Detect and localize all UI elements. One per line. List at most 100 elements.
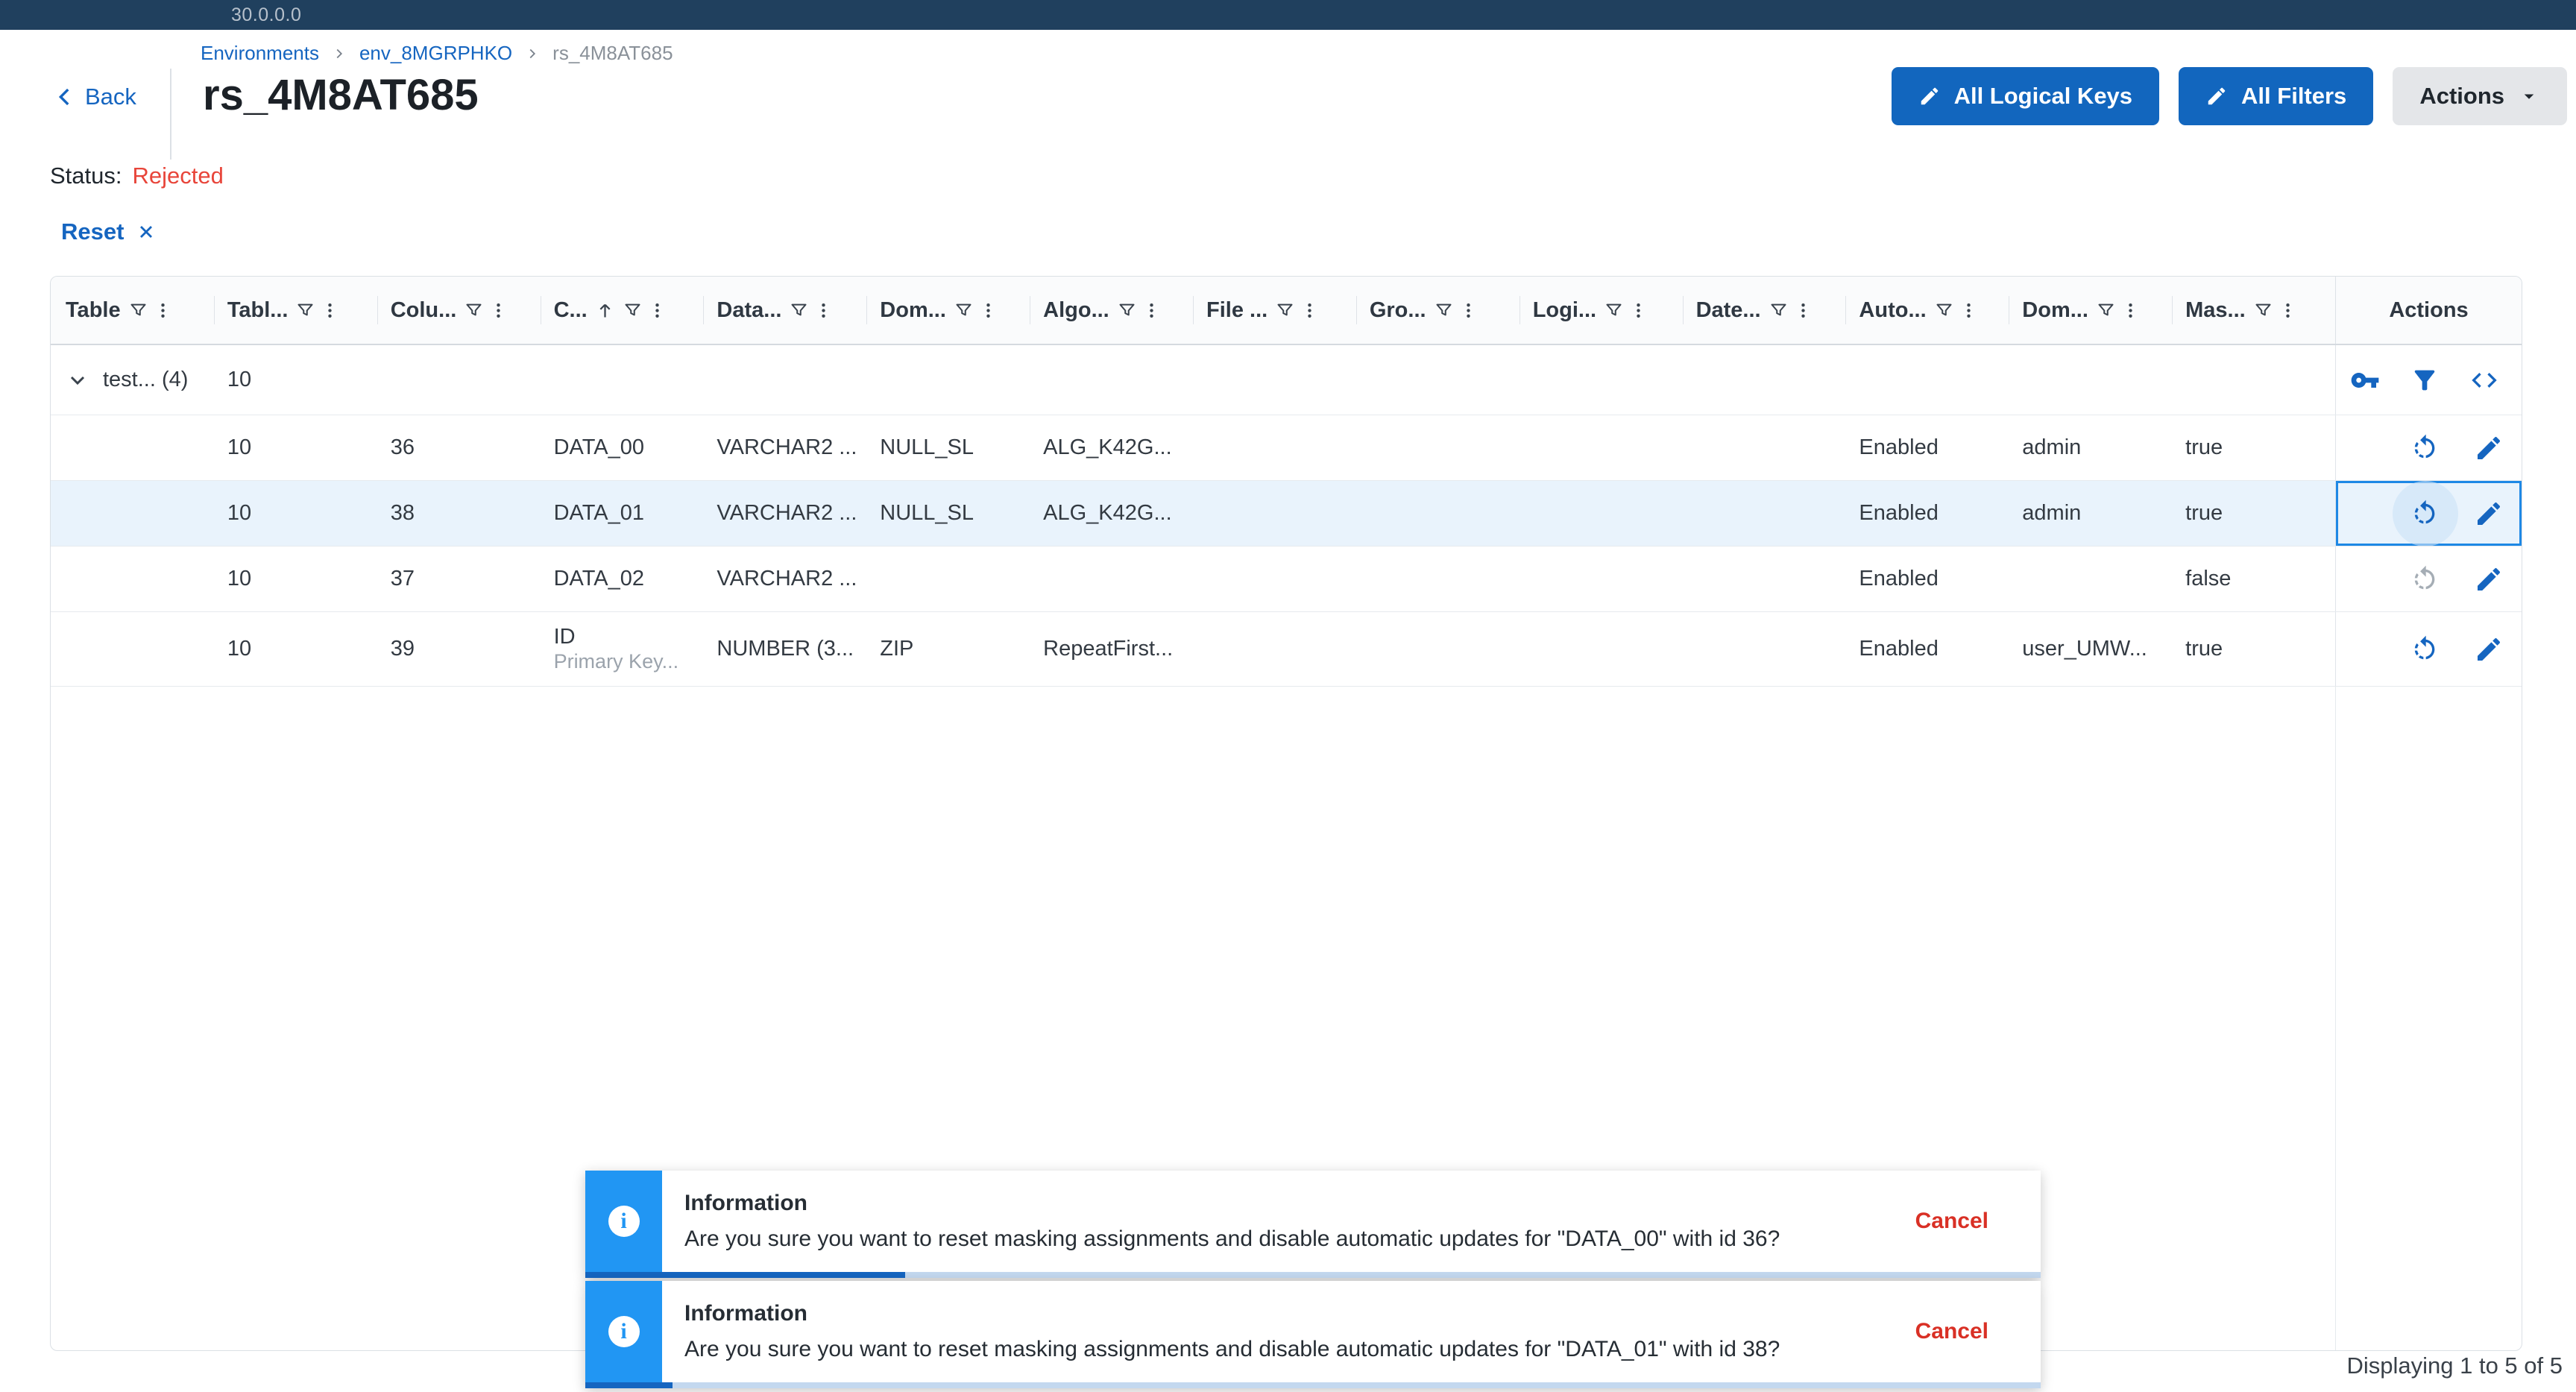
column-menu-icon[interactable] bbox=[1142, 301, 1161, 320]
toast-message: Are you sure you want to reset masking a… bbox=[684, 1337, 1893, 1362]
column-menu-icon[interactable] bbox=[1629, 301, 1648, 320]
logical-key-icon[interactable] bbox=[2350, 365, 2380, 395]
column-menu-icon[interactable] bbox=[1794, 301, 1813, 320]
filter-icon[interactable] bbox=[2096, 300, 2116, 321]
cell-table bbox=[51, 415, 214, 480]
cell-domain bbox=[866, 345, 1030, 415]
column-header-label: C... bbox=[554, 298, 588, 323]
all-filters-button[interactable]: All Filters bbox=[2179, 67, 2373, 125]
reset-masking-button[interactable] bbox=[2410, 499, 2440, 529]
filter-icon[interactable] bbox=[295, 300, 315, 321]
column-menu-icon[interactable] bbox=[489, 301, 508, 320]
column-header-actions: Actions bbox=[2335, 277, 2522, 344]
column-menu-icon[interactable] bbox=[648, 301, 667, 320]
filter-icon[interactable] bbox=[464, 300, 484, 321]
collapse-group-icon[interactable] bbox=[66, 368, 89, 392]
edit-row-button[interactable] bbox=[2474, 499, 2504, 529]
cell-auto_update: Enabled bbox=[1845, 612, 2009, 686]
table-row[interactable]: 1039IDPrimary Key...NUMBER (3...ZIPRepea… bbox=[51, 612, 2522, 687]
pencil-icon bbox=[2205, 85, 2228, 107]
filter-icon[interactable] bbox=[1117, 300, 1137, 321]
cell-table bbox=[51, 547, 214, 611]
column-menu-icon[interactable] bbox=[154, 301, 172, 320]
cell-domain: NULL_SL bbox=[866, 415, 1030, 480]
column-header-domain: Dom... bbox=[866, 277, 1030, 344]
filter-icon[interactable] bbox=[623, 300, 643, 321]
divider bbox=[170, 69, 171, 160]
filter-icon[interactable] bbox=[789, 300, 809, 321]
close-icon[interactable] bbox=[136, 221, 157, 242]
filter-icon[interactable] bbox=[2410, 365, 2440, 395]
column-menu-icon[interactable] bbox=[2121, 301, 2140, 320]
filter-icon[interactable] bbox=[1434, 300, 1454, 321]
cell-algorithm: RepeatFirst... bbox=[1030, 612, 1193, 686]
back-button[interactable]: Back bbox=[52, 84, 136, 110]
edit-row-button[interactable] bbox=[2474, 433, 2504, 463]
breadcrumb-environment[interactable]: env_8MGRPHKO bbox=[359, 42, 512, 65]
cell-date_format bbox=[1683, 345, 1846, 415]
pencil-icon bbox=[1918, 85, 1941, 107]
group-cell: test... (4) bbox=[51, 345, 214, 415]
cell-masked bbox=[2172, 345, 2335, 415]
filter-icon[interactable] bbox=[1934, 300, 1954, 321]
cell-table_id: 10 bbox=[214, 612, 377, 686]
reset-filter-chip[interactable]: Reset bbox=[61, 218, 157, 245]
cell-algorithm: ALG_K42G... bbox=[1030, 415, 1193, 480]
toast-progress-track bbox=[585, 1272, 2041, 1278]
cell-column_id: 39 bbox=[377, 612, 541, 686]
code-icon[interactable] bbox=[2469, 365, 2499, 395]
cell-domain_assigned: admin bbox=[2009, 415, 2172, 480]
cell-data_type: VARCHAR2 ... bbox=[703, 547, 866, 611]
cell-table_id: 10 bbox=[214, 481, 377, 546]
column-menu-icon[interactable] bbox=[1459, 301, 1478, 320]
column-header-logical_key: Logi... bbox=[1520, 277, 1683, 344]
cell-primary-text: ID bbox=[554, 624, 576, 649]
filter-icon[interactable] bbox=[128, 300, 148, 321]
all-logical-keys-button[interactable]: All Logical Keys bbox=[1892, 67, 2159, 125]
cell-domain_assigned bbox=[2009, 345, 2172, 415]
toast-cancel-link[interactable]: Cancel bbox=[1915, 1209, 2041, 1234]
actions-menu-label: Actions bbox=[2419, 83, 2504, 110]
cell-domain_assigned bbox=[2009, 547, 2172, 611]
column-header-auto_update: Auto... bbox=[1845, 277, 2009, 344]
column-header-label: Tabl... bbox=[227, 298, 289, 323]
breadcrumb-environments[interactable]: Environments bbox=[201, 42, 319, 65]
cell-column_name: DATA_01 bbox=[541, 481, 704, 546]
actions-menu-button[interactable]: Actions bbox=[2393, 67, 2567, 125]
reset-masking-button[interactable] bbox=[2410, 433, 2440, 463]
edit-row-button[interactable] bbox=[2474, 564, 2504, 594]
cell-date_format bbox=[1683, 547, 1846, 611]
filter-icon[interactable] bbox=[1769, 300, 1789, 321]
toast-cancel-link[interactable]: Cancel bbox=[1915, 1319, 2041, 1344]
column-header-label: Gro... bbox=[1370, 298, 1426, 323]
filter-icon[interactable] bbox=[954, 300, 974, 321]
column-menu-icon[interactable] bbox=[1959, 301, 1978, 320]
filter-icon[interactable] bbox=[1275, 300, 1295, 321]
filter-icon[interactable] bbox=[2253, 300, 2273, 321]
cell-algorithm bbox=[1030, 547, 1193, 611]
toast-stack: i Information Are you sure you want to r… bbox=[585, 1171, 2041, 1388]
edit-row-button[interactable] bbox=[2474, 634, 2504, 664]
reset-masking-button[interactable] bbox=[2410, 634, 2440, 664]
filter-icon[interactable] bbox=[1604, 300, 1624, 321]
row-actions-cell bbox=[2335, 415, 2522, 480]
column-menu-icon[interactable] bbox=[979, 301, 998, 320]
table-row[interactable]: 1037DATA_02VARCHAR2 ...Enabledfalse bbox=[51, 547, 2522, 612]
toast-progress-fill bbox=[585, 1382, 673, 1388]
table-row[interactable]: 1036DATA_00VARCHAR2 ...NULL_SLALG_K42G..… bbox=[51, 415, 2522, 481]
column-menu-icon[interactable] bbox=[321, 301, 339, 320]
back-label: Back bbox=[85, 84, 136, 110]
column-menu-icon[interactable] bbox=[2279, 301, 2297, 320]
cell-auto_update: Enabled bbox=[1845, 481, 2009, 546]
sort-ascending-icon[interactable] bbox=[595, 300, 615, 321]
column-menu-icon[interactable] bbox=[814, 301, 833, 320]
table-row[interactable]: 1038DATA_01VARCHAR2 ...NULL_SLALG_K42G..… bbox=[51, 481, 2522, 547]
group-actions-cell bbox=[2335, 345, 2522, 415]
chevron-left-icon bbox=[52, 84, 78, 110]
column-menu-icon[interactable] bbox=[1300, 301, 1319, 320]
info-stripe: i bbox=[585, 1171, 662, 1272]
toast-progress-fill bbox=[585, 1272, 905, 1278]
column-header-label: Data... bbox=[717, 298, 781, 323]
page: 30.0.0.0 Environments env_8MGRPHKO rs_4M… bbox=[0, 0, 2576, 1392]
cell-file_format bbox=[1193, 415, 1356, 480]
